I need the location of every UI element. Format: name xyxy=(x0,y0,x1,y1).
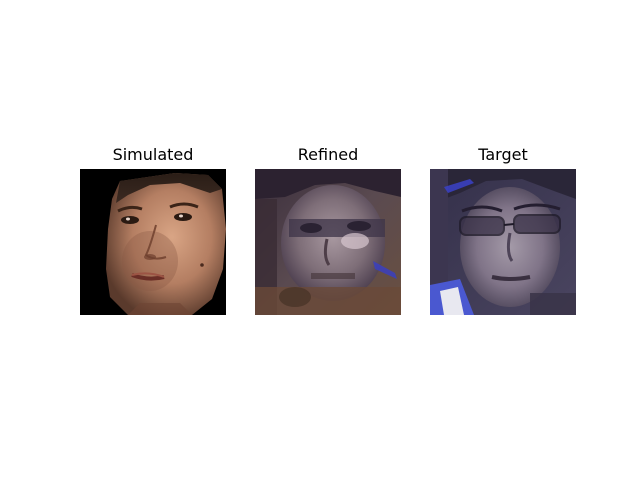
panel-refined: Refined xyxy=(255,143,401,315)
simulated-face-image xyxy=(80,169,226,315)
panel-title-simulated: Simulated xyxy=(112,145,194,164)
panel-title-refined: Refined xyxy=(297,145,359,164)
panel-simulated: Simulated xyxy=(80,143,226,315)
refined-face-icon xyxy=(255,169,401,315)
simulated-face-icon xyxy=(80,169,226,315)
figure: Simulated Refined Target xyxy=(0,0,640,480)
target-face-image xyxy=(430,169,576,315)
panel-title-target: Target xyxy=(478,145,528,164)
refined-face-image xyxy=(255,169,401,315)
panel-target: Target xyxy=(430,143,576,315)
target-face-icon xyxy=(430,169,576,315)
